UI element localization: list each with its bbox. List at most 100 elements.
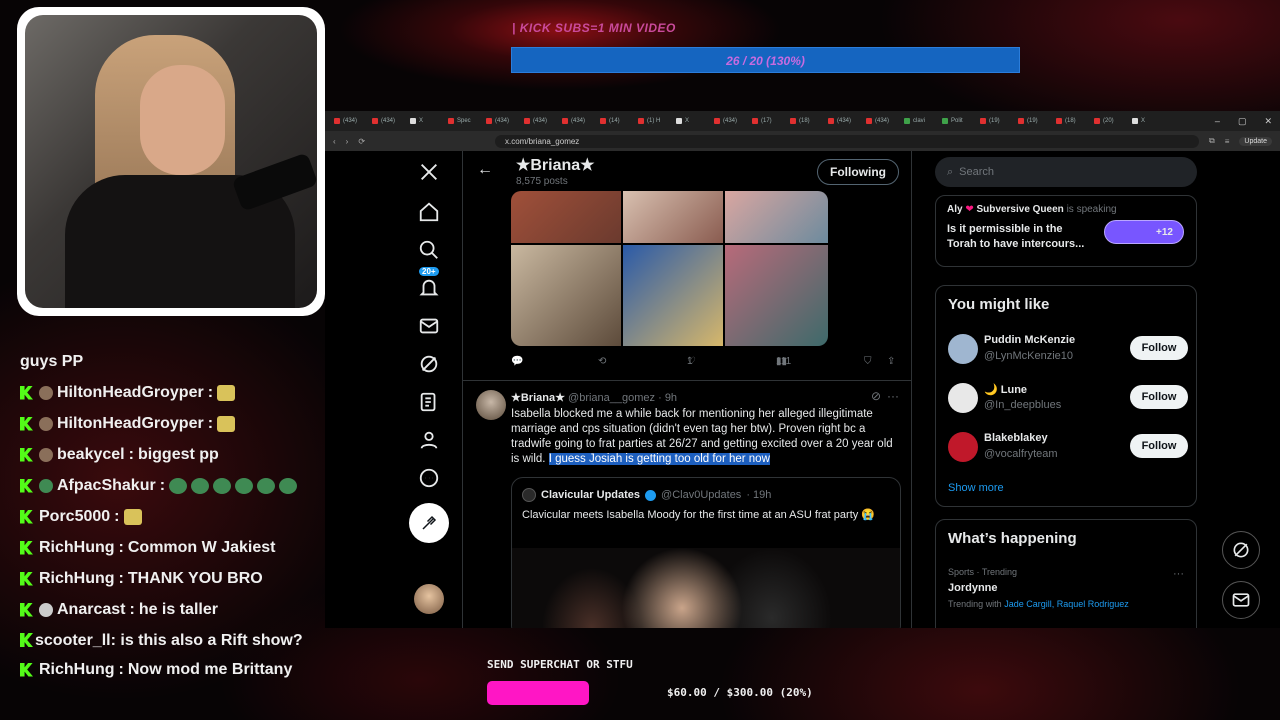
grok-icon[interactable]	[409, 349, 449, 379]
browser-tab[interactable]: (19)	[1015, 114, 1051, 128]
browser-tab[interactable]: (20)	[1091, 114, 1127, 128]
kick-icon	[20, 602, 33, 617]
follow-button[interactable]: Follow	[1130, 385, 1188, 409]
tab-title: Polit	[951, 118, 963, 124]
forward-icon[interactable]: ›	[346, 137, 349, 146]
messages-float-button[interactable]	[1222, 581, 1260, 619]
notifications-icon[interactable]: 20+	[409, 267, 449, 303]
kick-icon	[20, 662, 33, 677]
browser-tab[interactable]: (434)	[863, 114, 899, 128]
browser-tab[interactable]: (1) H	[635, 114, 671, 128]
browser-tab[interactable]: X	[1129, 114, 1165, 128]
search-icon[interactable]	[409, 235, 449, 265]
following-button[interactable]: Following	[817, 159, 899, 185]
reply-icon[interactable]: 💬	[511, 356, 523, 367]
media-thumbnail[interactable]	[725, 191, 828, 243]
x-logo-icon[interactable]	[409, 157, 449, 187]
url-field[interactable]: x.com/briana_gomez	[495, 134, 1200, 148]
lists-icon[interactable]	[409, 387, 449, 417]
browser-tab[interactable]: (18)	[1053, 114, 1089, 128]
tab-favicon-icon	[904, 118, 910, 124]
browser-tab[interactable]: (434)	[711, 114, 747, 128]
home-icon[interactable]	[409, 197, 449, 227]
messages-icon[interactable]	[409, 311, 449, 341]
follow-button[interactable]: Follow	[1130, 434, 1188, 458]
browser-tab[interactable]: (434)	[559, 114, 595, 128]
update-button[interactable]: Update	[1239, 136, 1272, 146]
post-actions: 💬 ⟲ ♡ 1 ▮▮ 111 ⛉ ⇪	[511, 356, 901, 372]
tweet-handle[interactable]: @briana__gomez	[568, 392, 655, 404]
tweet-text: Isabella blocked me a while back for men…	[511, 408, 893, 465]
suggested-user[interactable]: 🌙 Lune @In_deepblues Follow	[948, 379, 1188, 419]
quoted-tweet[interactable]: Clavicular Updates @Clav0Updates · 19h C…	[511, 477, 901, 628]
avatar[interactable]	[476, 390, 506, 420]
live-space-card[interactable]: Aly ❤ Subversive Queen is speaking Is it…	[935, 195, 1197, 267]
media-grid[interactable]	[511, 191, 828, 346]
address-bar-row: ‹ › ⟳ x.com/briana_gomez ⧉ ≡ Update	[325, 131, 1280, 151]
grok-float-button[interactable]	[1222, 531, 1260, 569]
media-thumbnail[interactable]	[623, 191, 723, 243]
minimize-icon[interactable]: –	[1215, 116, 1220, 127]
browser-tab[interactable]: (434)	[483, 114, 519, 128]
kick-goal-text: 26 / 20 (130%)	[726, 54, 805, 68]
browser-tab[interactable]: X	[407, 114, 443, 128]
browser-tab[interactable]: (434)	[331, 114, 367, 128]
maximize-icon[interactable]: ▢	[1238, 116, 1247, 127]
emote-icon	[213, 477, 232, 494]
browser-tab[interactable]: (17)	[749, 114, 785, 128]
media-thumbnail[interactable]	[623, 245, 723, 346]
share-icon[interactable]: ⇪	[887, 356, 895, 367]
space-listeners[interactable]: +12	[1104, 220, 1184, 244]
post-button[interactable]	[409, 503, 449, 543]
browser-tab[interactable]: (434)	[825, 114, 861, 128]
grok-icon[interactable]: ⊘	[871, 389, 881, 403]
webcam-streamer-face	[140, 65, 225, 175]
tab-title: clavi	[913, 118, 926, 124]
reload-icon[interactable]: ⟳	[358, 137, 365, 146]
media-thumbnail[interactable]	[511, 191, 621, 243]
more-options-icon[interactable]: ···	[887, 389, 899, 403]
browser-tab[interactable]: X	[673, 114, 709, 128]
close-icon[interactable]: ✕	[1264, 116, 1272, 127]
suggested-user[interactable]: Puddin McKenzie @LynMcKenzie10 Follow	[948, 330, 1188, 370]
search-input[interactable]: ⌕ Search	[935, 157, 1197, 187]
tab-title: (19)	[1027, 118, 1038, 124]
more-icon[interactable]	[409, 463, 449, 493]
browser-tab[interactable]: (14)	[597, 114, 633, 128]
follow-button[interactable]: Follow	[1130, 336, 1188, 360]
tweet-header: ★Briana★ @briana__gomez · 9h	[511, 391, 677, 404]
back-icon[interactable]: ‹	[333, 137, 336, 146]
tweet-author[interactable]: ★Briana★	[511, 392, 565, 404]
avatar	[948, 383, 978, 413]
bookmark-icon[interactable]: ⛉	[864, 356, 872, 367]
media-thumbnail[interactable]	[511, 245, 621, 346]
trend-name[interactable]: Jordynne	[948, 582, 998, 594]
extensions-icon[interactable]: ⧉	[1209, 136, 1215, 146]
account-avatar[interactable]	[414, 584, 444, 614]
stream-chat: guys PP HiltonHeadGroyper: HiltonHeadGro…	[20, 346, 320, 685]
menu-icon[interactable]: ≡	[1225, 137, 1230, 146]
media-thumbnail[interactable]	[725, 245, 828, 346]
profile-icon[interactable]	[409, 425, 449, 455]
browser-tab[interactable]: (18)	[787, 114, 823, 128]
repost-icon[interactable]: ⟲	[598, 356, 606, 367]
mail-icon	[1232, 593, 1250, 607]
feather-icon	[422, 515, 437, 530]
kick-icon	[20, 571, 33, 586]
tab-title: Spec	[457, 118, 471, 124]
tweet-time[interactable]: · 9h	[658, 392, 677, 404]
avatar	[522, 488, 536, 502]
browser-tab[interactable]: (434)	[369, 114, 405, 128]
suggested-user[interactable]: Blakeblakey @vocalfryteam Follow	[948, 428, 1188, 468]
browser-tab[interactable]: clavi	[901, 114, 937, 128]
quote-video[interactable]	[512, 548, 900, 628]
tab-title: (434)	[875, 118, 890, 124]
browser-tab[interactable]: (434)	[521, 114, 557, 128]
browser-tab[interactable]: Polit	[939, 114, 975, 128]
back-arrow-icon[interactable]: ←	[477, 161, 493, 179]
show-more-link[interactable]: Show more	[948, 482, 1004, 494]
browser-tab[interactable]: (19)	[977, 114, 1013, 128]
kick-icon	[20, 633, 33, 647]
browser-tab[interactable]: Spec	[445, 114, 481, 128]
more-options-icon[interactable]: ···	[1173, 568, 1184, 580]
